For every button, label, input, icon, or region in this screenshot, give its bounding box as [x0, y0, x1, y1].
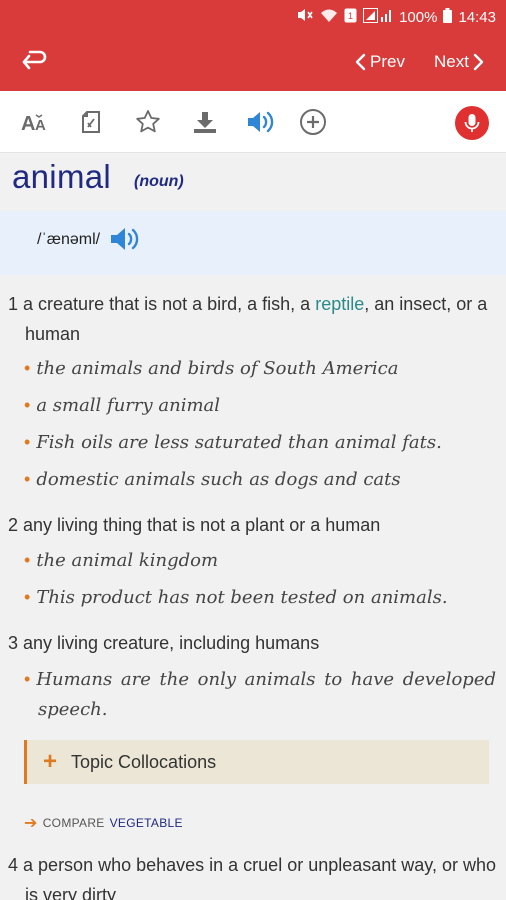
star-icon: [136, 110, 160, 133]
signal-icon: [363, 7, 393, 27]
sense-definition: a person who behaves in a cruel or unple…: [23, 855, 496, 900]
bullet: •: [24, 669, 31, 689]
sense-definition: any living creature, including humans: [23, 633, 320, 653]
sense-number: 1: [8, 294, 19, 314]
bullet: •: [24, 550, 31, 570]
toolbar: A A: [0, 91, 506, 153]
add-circle-icon: [300, 109, 326, 135]
sense-4: 4 a person who behaves in a cruel or unp…: [8, 850, 498, 900]
clock: 14:43: [458, 8, 496, 26]
sense-number: 4: [8, 855, 19, 875]
sense-definition: any living thing that is not a plant or …: [23, 515, 381, 535]
speaker-icon: [248, 111, 274, 133]
part-of-speech: (noun): [134, 173, 184, 190]
sense-number: 2: [8, 515, 19, 535]
next-button[interactable]: Next: [434, 49, 485, 75]
example-sentence: • Humans are the only animals to have dev…: [24, 669, 496, 720]
bullet: •: [24, 587, 31, 607]
topic-collocations-expander[interactable]: + Topic Collocations: [24, 740, 489, 784]
svg-text:A: A: [35, 117, 46, 133]
bullet: •: [24, 469, 31, 489]
sense-number: 3: [8, 633, 19, 653]
entry-content: animal (noun) /ˈænəml/ 1 a creature that…: [0, 153, 506, 900]
svg-text:A: A: [21, 113, 35, 133]
prev-label: Prev: [370, 52, 405, 71]
sense-2: 2 any living thing that is not a plant o…: [8, 510, 498, 540]
headword: animal: [12, 158, 112, 195]
back-button[interactable]: [18, 47, 50, 77]
download-icon: [194, 112, 216, 133]
pronunciation: /ˈænəml/: [37, 231, 101, 248]
bullet: •: [24, 358, 31, 378]
font-size-button[interactable]: A A: [20, 108, 50, 136]
app-bar: Prev Next: [0, 33, 506, 91]
cross-reference-link[interactable]: reptile: [315, 294, 364, 314]
plus-icon: +: [43, 748, 58, 775]
battery-icon: [443, 7, 453, 27]
pronunciation-audio-button[interactable]: [109, 224, 143, 259]
favorite-button[interactable]: [133, 108, 163, 136]
flashcard-icon: [82, 111, 100, 133]
mic-icon: [464, 114, 480, 132]
example-sentence: • This product has not been tested on ani…: [24, 587, 448, 608]
compare-link[interactable]: VEGETABLE: [110, 816, 183, 830]
wifi-icon: [320, 8, 338, 27]
prev-button[interactable]: Prev: [354, 49, 405, 75]
flashcard-button[interactable]: [76, 108, 106, 136]
mute-icon: [296, 7, 314, 27]
notification-icon: 1: [344, 8, 357, 27]
audio-button[interactable]: [246, 108, 276, 136]
example-sentence: • the animals and birds of South America: [24, 358, 399, 379]
example-sentence: • the animal kingdom: [24, 550, 219, 571]
sense-definition: a creature that is not a bird, a fish, a: [23, 294, 316, 314]
compare-reference: ➔ COMPARE VEGETABLE: [24, 813, 183, 833]
topic-collocations-label: Topic Collocations: [71, 751, 217, 772]
example-sentence: • a small furry animal: [24, 395, 221, 416]
pronunciation-box: /ˈænəml/: [0, 211, 506, 275]
battery-percent: 100%: [399, 8, 438, 26]
status-bar: 1 100% 14:43: [0, 0, 506, 33]
bullet: •: [24, 432, 31, 452]
chevron-left-icon: [355, 53, 366, 71]
sense-3: 3 any living creature, including humans: [8, 628, 498, 658]
next-label: Next: [434, 52, 469, 71]
compare-label: COMPARE: [42, 816, 105, 830]
add-button[interactable]: [298, 108, 328, 136]
sense-1: 1 a creature that is not a bird, a fish,…: [8, 289, 498, 349]
arrow-right-icon: ➔: [24, 815, 38, 832]
back-arrow-icon: [22, 50, 47, 70]
chevron-right-icon: [473, 53, 484, 71]
font-size-icon: A A: [21, 113, 46, 133]
example-sentence: • domestic animals such as dogs and cats: [24, 469, 401, 490]
svg-text:1: 1: [348, 11, 353, 21]
bullet: •: [24, 395, 31, 415]
download-button[interactable]: [190, 108, 220, 136]
voice-search-button[interactable]: [455, 106, 489, 140]
speaker-icon: [111, 228, 139, 250]
example-sentence: • Fish oils are less saturated than anima…: [24, 432, 442, 453]
